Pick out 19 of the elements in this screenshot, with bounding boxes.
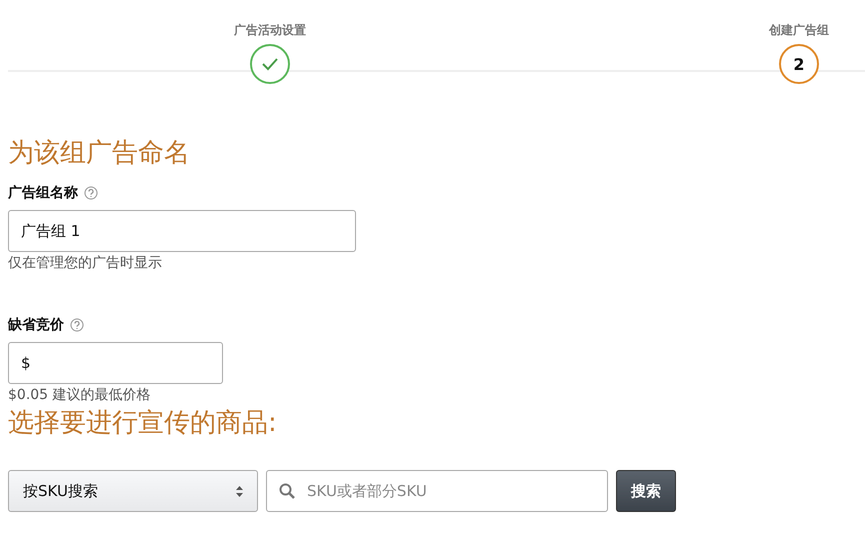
checkmark-icon <box>261 57 279 71</box>
field-hint: 仅在管理您的广告时显示 <box>8 254 163 272</box>
step-label: 创建广告组 <box>769 22 829 38</box>
field-label: 缺省竞价 <box>8 316 64 334</box>
search-type-select[interactable]: 按SKU搜索 <box>8 470 258 512</box>
help-icon[interactable] <box>70 318 84 332</box>
sku-search-field[interactable]: SKU或者部分SKU <box>266 470 608 512</box>
ad-group-name-field[interactable]: 广告组 1 <box>8 210 356 252</box>
section-heading: 选择要进行宣传的商品: <box>8 407 278 440</box>
step-number: 2 <box>779 44 819 84</box>
field-hint: $0.05 建议的最低价格 <box>8 386 152 404</box>
field-label: 广告组名称 <box>8 184 78 202</box>
section-heading: 为该组广告命名 <box>8 137 191 170</box>
default-bid-field[interactable]: $ <box>8 342 223 384</box>
search-button[interactable]: 搜索 <box>616 470 676 512</box>
help-icon[interactable] <box>84 186 98 200</box>
sort-arrows-icon <box>236 486 243 496</box>
search-icon <box>279 483 295 499</box>
step-label: 广告活动设置 <box>234 22 306 38</box>
